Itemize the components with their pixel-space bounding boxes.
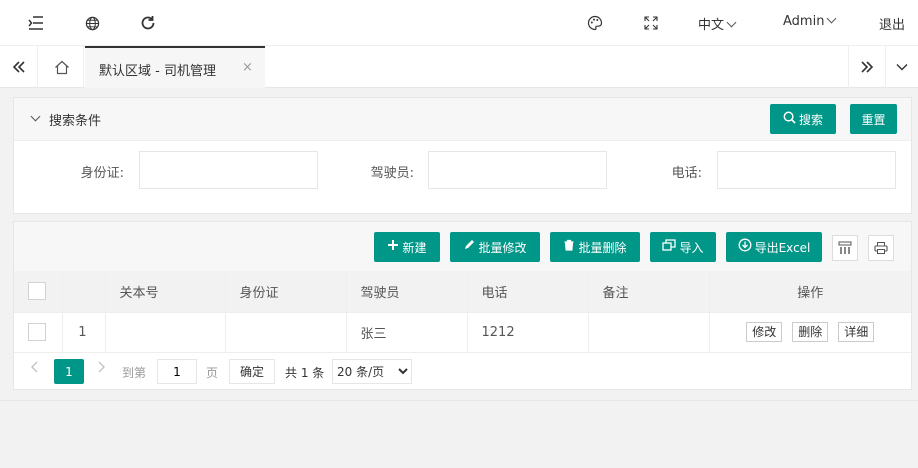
tabs-scroll-right-button[interactable] [848,46,886,88]
export-excel-button[interactable]: 导出Excel [726,232,822,262]
close-icon[interactable]: × [242,60,253,75]
tab-driver-management[interactable]: 默认区域 - 司机管理 × [85,46,265,88]
columns-filter-icon[interactable] [832,235,858,261]
tabs-menu-dropdown[interactable] [886,46,918,88]
refresh-icon[interactable] [137,12,159,34]
import-button[interactable]: 导入 [650,232,716,262]
tabs-scroll-left-button[interactable] [0,46,38,88]
goto-prefix: 到第 [122,366,147,380]
chevron-down-icon [726,17,737,28]
phone-input[interactable] [717,151,896,189]
tab-label: 默认区域 - 司机管理 [99,64,216,79]
page-footer-area [0,400,918,468]
driver-input[interactable] [428,151,607,189]
goto-page-input[interactable] [157,359,197,384]
cell-ref-no [105,312,226,353]
current-page[interactable]: 1 [54,359,84,384]
data-table: 关本号 身份证 驾驶员 电话 备注 操作 1 张三 1212 修改 删除 详细 [14,271,911,353]
cell-driver: 张三 [346,312,468,353]
import-icon [662,239,677,255]
edit-button[interactable]: 修改 [746,322,783,342]
batch-edit-button[interactable]: 批量修改 [450,232,540,262]
detail-button[interactable]: 详细 [838,322,875,342]
cell-actions: 修改 删除 详细 [709,312,911,353]
plus-icon [387,239,399,255]
index-header [62,271,106,313]
home-icon[interactable] [40,46,84,88]
trash-icon [563,239,575,255]
confirm-button[interactable]: 确定 [229,359,275,384]
logout-link[interactable]: 退出 [879,14,905,33]
column-header[interactable]: 电话 [467,271,589,313]
id-card-label: 身份证: [80,166,124,181]
table-header-row: 关本号 身份证 驾驶员 电话 备注 操作 [14,271,911,313]
user-menu[interactable]: Admin [783,13,837,29]
chevron-down-icon [30,111,41,122]
search-panel: 搜索条件 搜索 重置 身份证: 驾驶员: 电话: [13,97,912,214]
cell-id-card [225,312,347,353]
search-panel-header: 搜索条件 搜索 重置 [14,98,911,141]
page-size-select[interactable]: 20 条/页 [332,359,412,384]
table-toolbar: 新建 批量修改 批量删除 导入 导出Excel [14,222,911,271]
total-count: 共 1 条 [285,366,325,380]
table-panel: 新建 批量修改 批量删除 导入 导出Excel 关本号 身份证 驾驶员 电话 备… [13,221,912,390]
column-header[interactable]: 身份证 [225,271,347,313]
cell-phone: 1212 [467,312,589,353]
globe-icon[interactable] [81,12,103,34]
tab-bar: 默认区域 - 司机管理 × [0,46,918,88]
table-row: 1 张三 1212 修改 删除 详细 [14,312,911,353]
column-header[interactable]: 操作 [709,271,911,313]
fullscreen-icon[interactable] [640,12,662,34]
prev-page-icon[interactable] [30,361,38,377]
id-card-input[interactable] [139,151,318,189]
next-page-icon[interactable] [98,361,106,376]
column-header[interactable]: 关本号 [105,271,226,313]
reset-button[interactable]: 重置 [850,104,897,134]
row-select-cell [14,312,63,353]
search-button[interactable]: 搜索 [770,104,836,134]
select-all-cell [14,271,63,313]
goto-suffix: 页 [206,366,219,380]
chevron-down-icon [826,13,837,24]
phone-label: 电话: [671,166,702,181]
search-icon [783,111,796,128]
menu-fold-icon[interactable] [25,12,47,34]
print-icon[interactable] [868,235,894,261]
search-collapse-toggle[interactable]: 搜索条件 [30,110,102,129]
delete-button[interactable]: 删除 [792,322,829,342]
row-checkbox[interactable] [28,323,46,341]
column-header[interactable]: 驾驶员 [346,271,468,313]
driver-label: 驾驶员: [370,166,414,181]
row-index: 1 [62,312,106,353]
select-all-checkbox[interactable] [28,282,46,301]
language-menu[interactable]: 中文 [698,14,737,33]
pencil-icon [463,239,475,255]
palette-icon[interactable] [584,12,606,34]
search-panel-title: 搜索条件 [49,114,102,129]
column-header[interactable]: 备注 [588,271,710,313]
new-button[interactable]: 新建 [374,232,440,262]
cell-remark [588,312,710,353]
batch-delete-button[interactable]: 批量删除 [550,232,640,262]
top-navbar: 中文 Admin 退出 [0,0,918,46]
download-circle-icon [738,238,752,256]
pagination: 1 到第 页 确定 共 1 条 20 条/页 [14,351,911,389]
